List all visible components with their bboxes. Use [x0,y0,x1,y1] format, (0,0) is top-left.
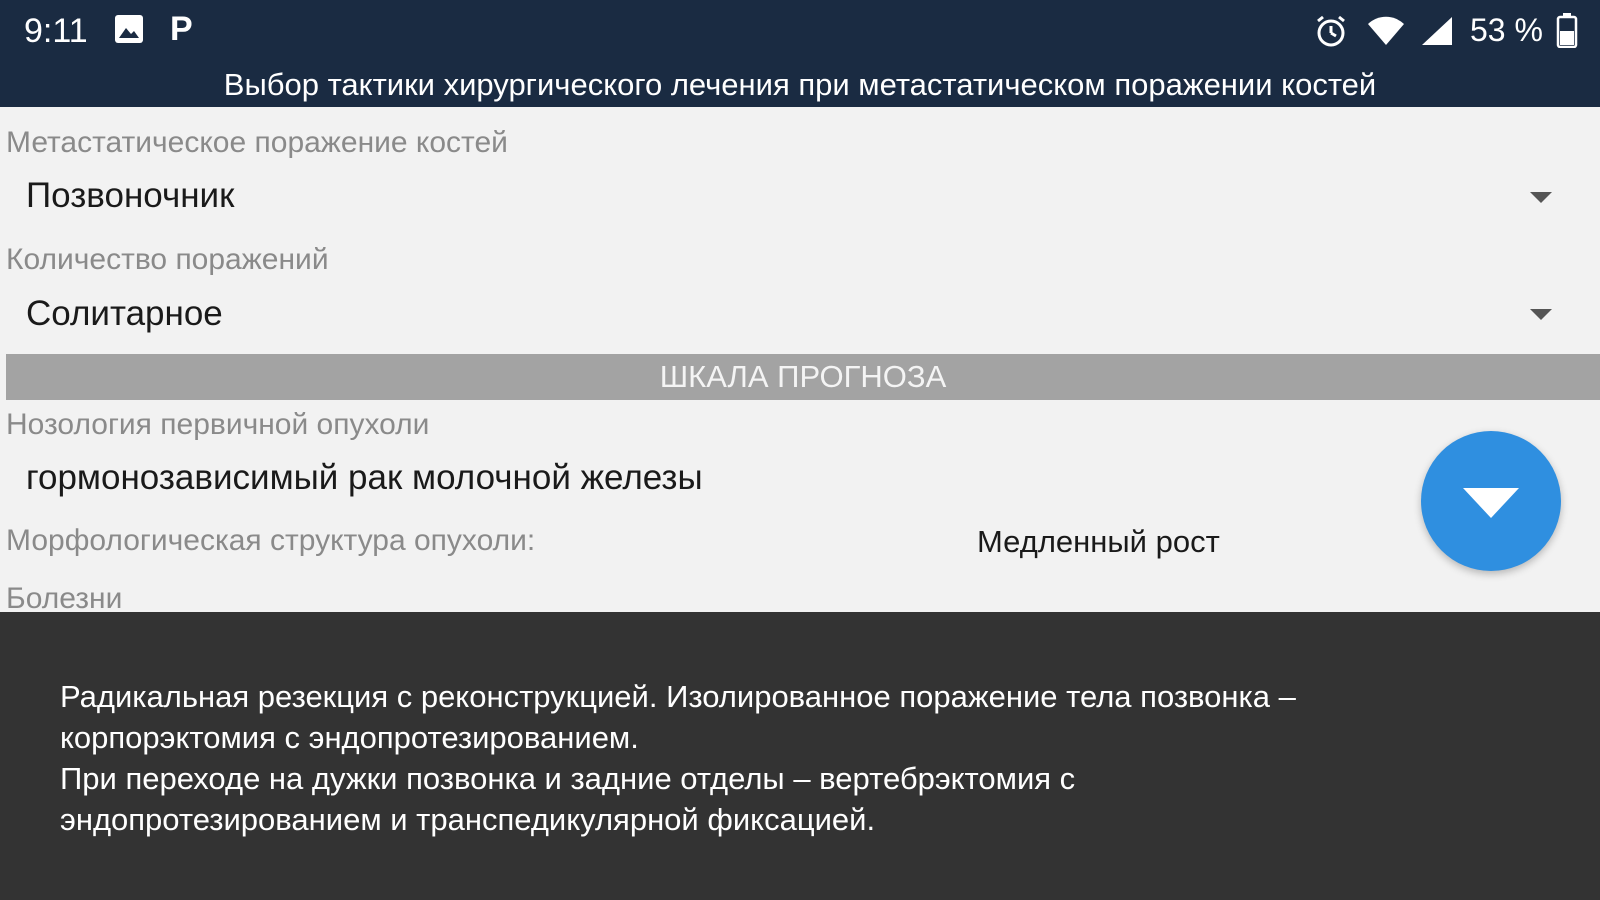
lesion-site-label: Метастатическое поражение костей [6,126,508,159]
lesion-site-select[interactable]: Позвоночник [0,170,1600,226]
expand-fab-button[interactable] [1421,431,1561,571]
chevron-down-icon [1530,192,1552,203]
result-panel: Радикальная резекция с реконструкцией. И… [0,612,1600,900]
nosology-select[interactable]: гормонозависимый рак молочной железы [0,452,1400,508]
nosology-label: Нозология первичной опухоли [6,408,430,441]
wifi-icon [1366,16,1406,51]
chevron-down-icon [1530,309,1552,320]
lesion-count-value: Солитарное [26,294,223,333]
result-text: Радикальная резекция с реконструкцией. И… [60,679,1296,837]
battery-icon [1556,12,1578,53]
lesion-site-value: Позвоночник [26,176,235,215]
morphology-label: Морфологическая структура опухоли: [6,524,536,557]
gallery-icon [114,14,144,49]
nosology-value: гормонозависимый рак молочной железы [26,458,703,497]
morphology-value[interactable]: Медленный рост [977,524,1220,560]
prognosis-section-header: ШКАЛА ПРОГНОЗА [6,354,1600,400]
lesion-count-label: Количество поражений [6,243,329,276]
page-title: Выбор тактики хирургического лечения при… [0,62,1600,107]
alarm-icon [1314,14,1348,53]
battery-percentage: 53 % [1470,12,1543,48]
lesion-count-select[interactable]: Солитарное [0,288,1600,344]
diseases-label: Болезни [6,582,123,615]
chevron-down-icon [1463,488,1519,518]
p-icon: P [170,10,193,48]
status-bar: 9:11 P 53 % [0,0,1600,62]
signal-icon [1420,16,1454,51]
status-time: 9:11 [24,12,88,50]
